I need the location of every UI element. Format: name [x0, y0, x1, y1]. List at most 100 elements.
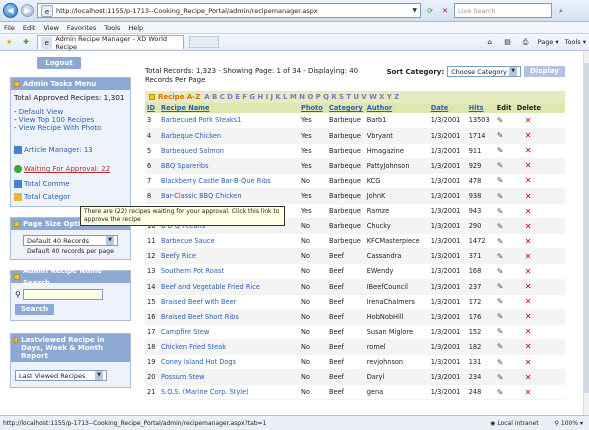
tools-menu[interactable]: Tools ▾ [565, 38, 586, 46]
edit-pencil-icon[interactable]: ✎ [497, 358, 504, 367]
link-top-100[interactable]: View Top 100 Recipes [19, 116, 95, 124]
home-icon[interactable]: ⌂ [484, 36, 496, 48]
address-bar[interactable]: e http://localhost:1155/p-1713--Cooking_… [37, 3, 421, 18]
cell-recipe-name[interactable]: Blackberry Castle Bar-B-Que Ribs [159, 173, 299, 189]
edit-pencil-icon[interactable]: ✎ [497, 131, 504, 140]
letter-link[interactable]: X [379, 93, 384, 101]
logout-button[interactable]: Logout [37, 57, 81, 69]
letter-link[interactable]: H [257, 93, 263, 101]
menu-favorites[interactable]: Favorites [67, 24, 96, 32]
letter-link[interactable]: Z [394, 93, 399, 101]
page-menu[interactable]: Page ▾ [538, 38, 559, 46]
col-date[interactable]: Date [428, 103, 467, 113]
cell-recipe-name[interactable]: Braised Beef with Beer [159, 294, 299, 310]
letter-link[interactable]: G [249, 93, 255, 101]
letter-link[interactable]: O [307, 93, 313, 101]
edit-pencil-icon[interactable]: ✎ [497, 207, 504, 216]
edit-pencil-icon[interactable]: ✎ [497, 252, 504, 261]
edit-pencil-icon[interactable]: ✎ [497, 327, 504, 336]
edit-pencil-icon[interactable]: ✎ [497, 161, 504, 170]
feeds-icon[interactable]: ▤ [502, 36, 514, 48]
stop-icon[interactable]: ✕ [439, 5, 451, 17]
delete-x-icon[interactable]: ✕ [525, 373, 532, 382]
letter-link[interactable]: E [235, 93, 240, 101]
scroll-thumb[interactable] [584, 63, 589, 393]
edit-pencil-icon[interactable]: ✎ [497, 282, 504, 291]
article-manager-link[interactable]: Article Manager: 13 [24, 146, 93, 154]
forward-button[interactable]: ▶ [21, 4, 34, 17]
delete-x-icon[interactable]: ✕ [525, 146, 532, 155]
letter-link[interactable]: B [212, 93, 217, 101]
cell-recipe-name[interactable]: Barbeque Chicken [159, 128, 299, 144]
delete-x-icon[interactable]: ✕ [525, 207, 532, 216]
edit-pencil-icon[interactable]: ✎ [497, 342, 504, 351]
cell-recipe-name[interactable]: Beefy Rice [159, 248, 299, 265]
letter-link[interactable]: W [369, 93, 377, 101]
letter-link[interactable]: D [227, 93, 233, 101]
letter-link[interactable]: A [204, 93, 209, 101]
add-favorite-icon[interactable]: ✚ [20, 36, 32, 48]
category-select[interactable]: Choose Category ▼ [447, 66, 522, 77]
edit-pencil-icon[interactable]: ✎ [497, 222, 504, 231]
total-comments-link[interactable]: Total Comme [24, 180, 70, 188]
search-icon[interactable]: ⌕ [555, 5, 567, 17]
col-author[interactable]: Author [364, 103, 429, 113]
favorites-star-icon[interactable]: ★ [3, 36, 15, 48]
letter-link[interactable]: T [346, 93, 351, 101]
menu-help[interactable]: Help [128, 24, 143, 32]
edit-pencil-icon[interactable]: ✎ [497, 116, 504, 125]
letter-link[interactable]: V [361, 93, 366, 101]
cell-recipe-name[interactable]: Possum Stew [159, 369, 299, 386]
zoom-level[interactable]: ⚲ 100% ▾ [555, 420, 583, 427]
cell-recipe-name[interactable]: Bar-Classic BBQ Chicken [159, 188, 299, 205]
edit-pencil-icon[interactable]: ✎ [497, 176, 504, 185]
recipe-search-input[interactable] [22, 289, 103, 300]
menu-view[interactable]: View [43, 24, 58, 32]
col-category[interactable]: Category [327, 103, 365, 113]
letter-link[interactable]: S [339, 93, 344, 101]
menu-file[interactable]: File [4, 24, 15, 32]
cell-recipe-name[interactable]: BBQ Spareribs [159, 158, 299, 174]
edit-pencil-icon[interactable]: ✎ [497, 192, 504, 201]
vertical-scrollbar[interactable] [583, 51, 589, 415]
delete-x-icon[interactable]: ✕ [525, 192, 532, 201]
menu-edit[interactable]: Edit [23, 24, 36, 32]
waiting-approval-link[interactable]: Waiting For Approval: 22 [24, 165, 110, 173]
letter-link[interactable]: Y [387, 93, 392, 101]
letter-link[interactable]: I [266, 93, 269, 101]
edit-pencil-icon[interactable]: ✎ [497, 237, 504, 246]
delete-x-icon[interactable]: ✕ [525, 342, 532, 351]
delete-x-icon[interactable]: ✕ [525, 297, 532, 306]
delete-x-icon[interactable]: ✕ [525, 176, 532, 185]
cell-recipe-name[interactable]: Braised Beef Short Ribs [159, 309, 299, 325]
letter-link[interactable]: N [299, 93, 305, 101]
letter-link[interactable]: U [353, 93, 359, 101]
letter-link[interactable]: Q [323, 93, 329, 101]
delete-x-icon[interactable]: ✕ [525, 237, 532, 246]
link-default-view[interactable]: Default View [19, 108, 63, 116]
cell-recipe-name[interactable]: Beef and Vegetable Fried Rice [159, 279, 299, 295]
letter-link[interactable]: M [290, 93, 297, 101]
col-hits[interactable]: Hits [466, 103, 495, 113]
total-category-link[interactable]: Total Categor [24, 193, 70, 201]
delete-x-icon[interactable]: ✕ [525, 327, 532, 336]
cell-recipe-name[interactable]: Chicken Fried Steak [159, 339, 299, 356]
chevron-down-icon[interactable]: ▼ [412, 7, 417, 14]
delete-x-icon[interactable]: ✕ [525, 282, 532, 291]
col-recipe-name[interactable]: Recipe Name [159, 103, 299, 113]
letter-link[interactable]: P [316, 93, 321, 101]
cell-recipe-name[interactable]: Southern Pot Roast [159, 263, 299, 280]
letter-link[interactable]: J [270, 93, 273, 101]
edit-pencil-icon[interactable]: ✎ [497, 146, 504, 155]
delete-x-icon[interactable]: ✕ [525, 312, 532, 321]
page-size-select[interactable]: Default 40 Records ▼ [23, 235, 118, 246]
edit-pencil-icon[interactable]: ✎ [497, 388, 504, 397]
edit-pencil-icon[interactable]: ✎ [497, 312, 504, 321]
new-tab-button[interactable] [189, 36, 219, 48]
back-button[interactable]: ◀ [3, 3, 18, 18]
delete-x-icon[interactable]: ✕ [525, 267, 532, 276]
letter-link[interactable]: C [220, 93, 225, 101]
menu-tools[interactable]: Tools [104, 24, 120, 32]
cell-recipe-name[interactable]: Campfire Stew [159, 324, 299, 340]
delete-x-icon[interactable]: ✕ [525, 252, 532, 261]
